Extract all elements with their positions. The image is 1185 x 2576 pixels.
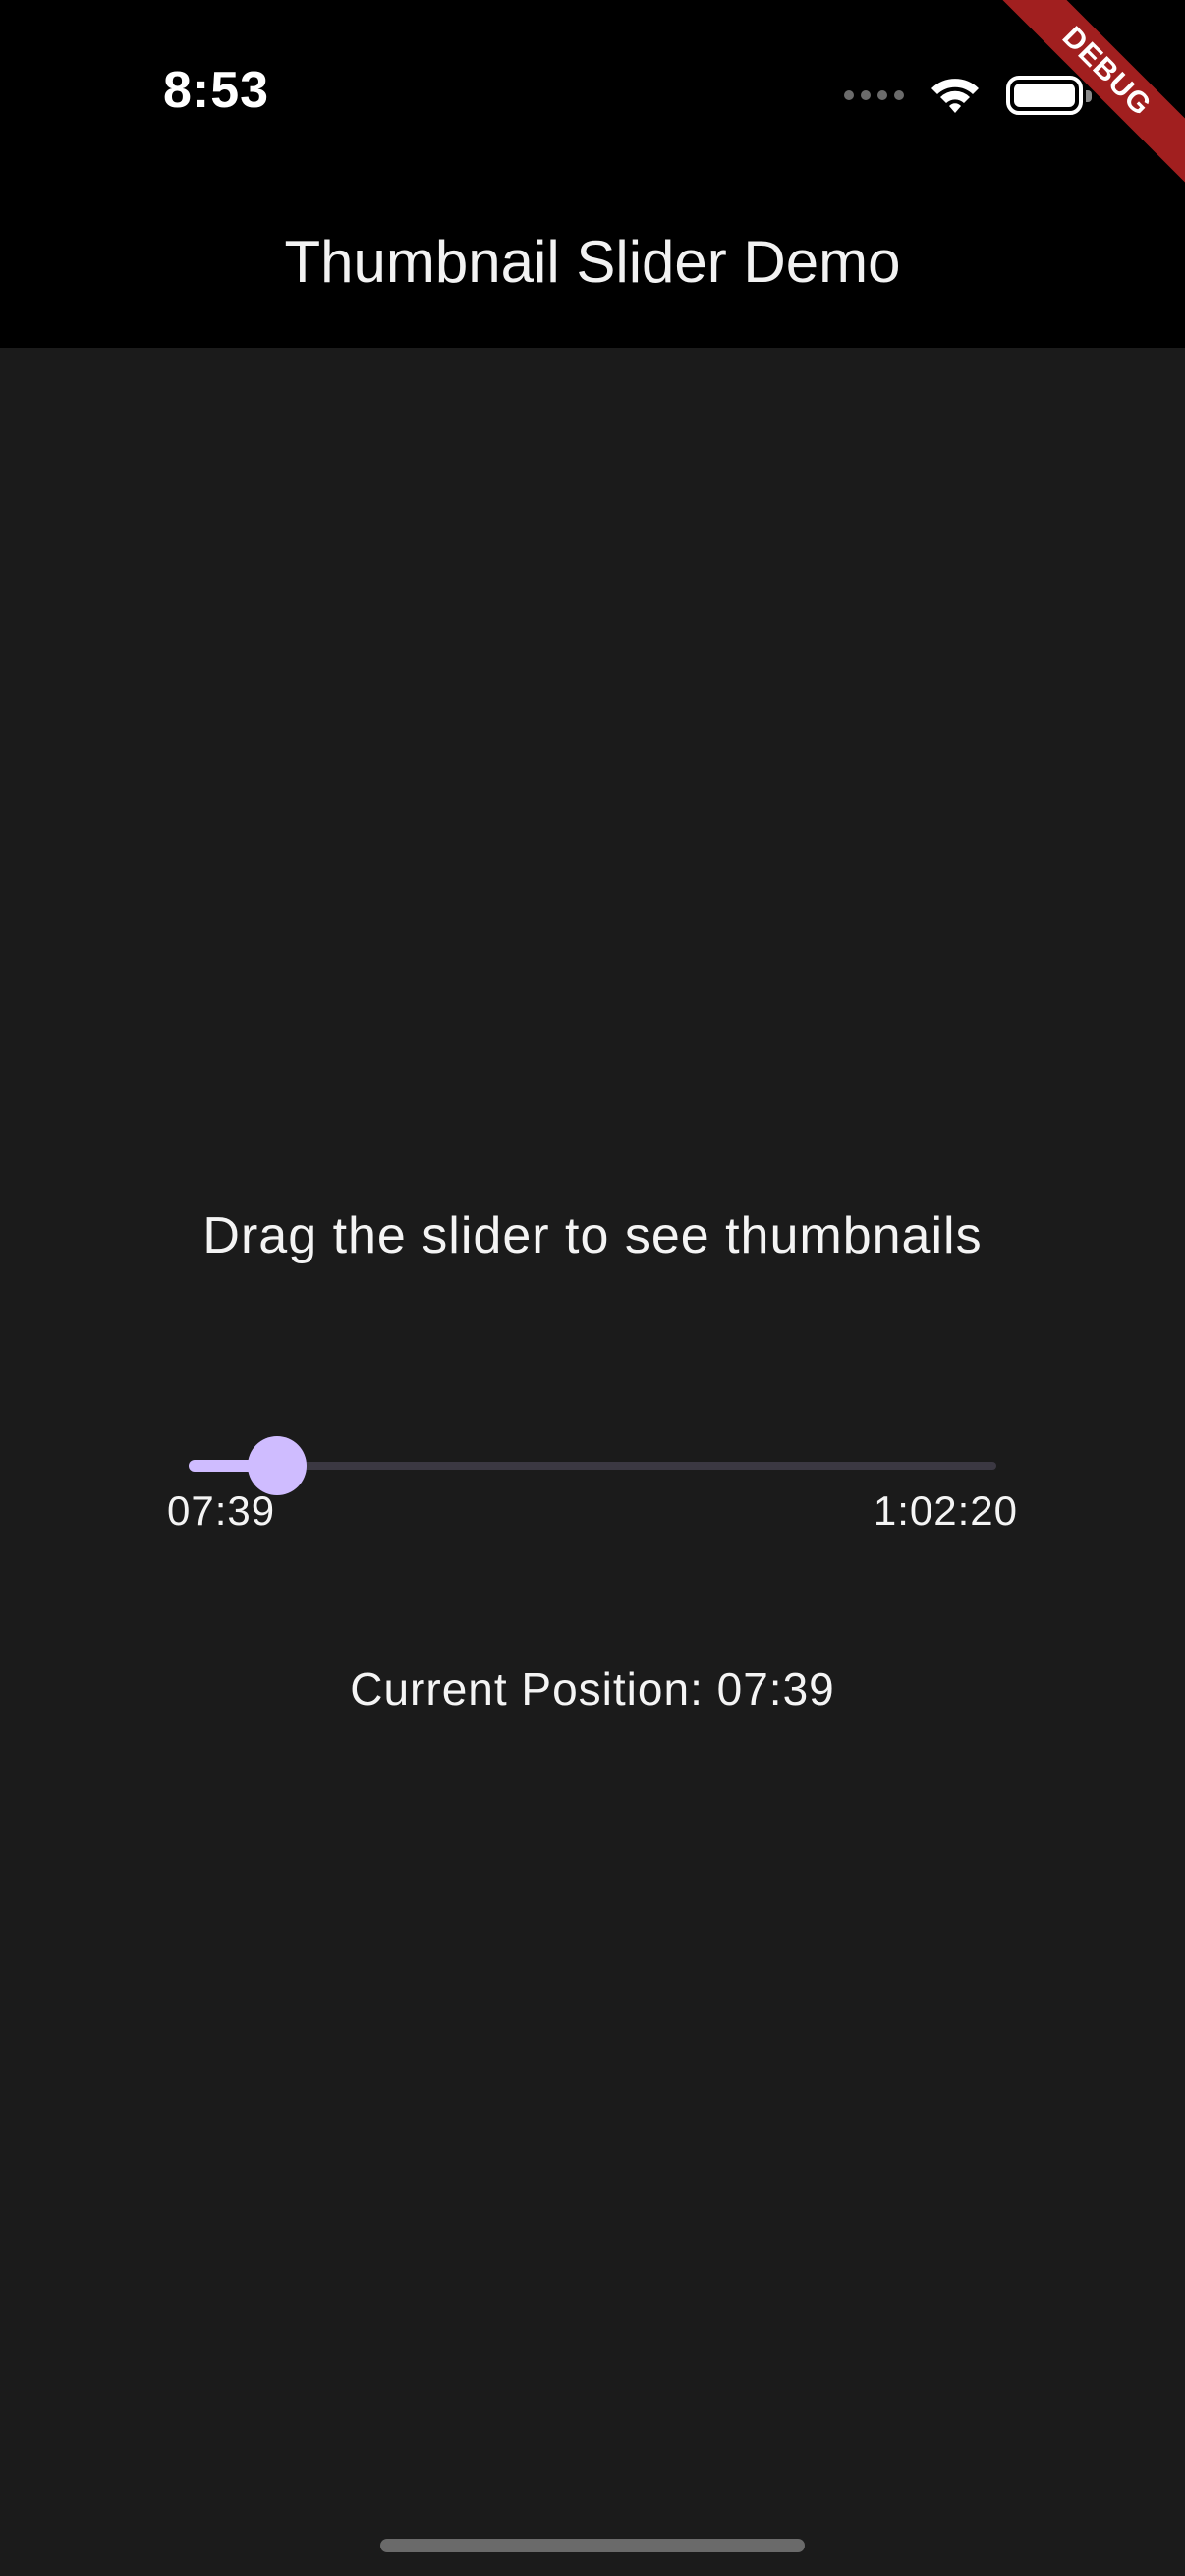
status-icons (844, 71, 1092, 120)
signal-dots-icon (844, 90, 904, 100)
status-time: 8:53 (163, 62, 270, 119)
slider-end-time: 1:02:20 (873, 1487, 1018, 1534)
battery-icon (1006, 76, 1092, 115)
video-position-slider[interactable] (189, 1436, 996, 1495)
app-title: Thumbnail Slider Demo (284, 229, 901, 295)
top-bar: 8:53 DEBUG Thumbnail Slider Demo (0, 0, 1185, 348)
wifi-icon (931, 79, 979, 113)
slider-start-time: 07:39 (167, 1487, 276, 1534)
slider-inactive-track[interactable] (189, 1462, 996, 1470)
slider-thumb[interactable] (247, 1436, 307, 1495)
current-position-text: Current Position: 07:39 (350, 1663, 835, 1714)
app-screen: 8:53 DEBUG Thumbnail Slider Demo Drag th… (0, 0, 1185, 2576)
instruction-text: Drag the slider to see thumbnails (202, 1207, 983, 1264)
home-indicator[interactable] (380, 2539, 805, 2552)
